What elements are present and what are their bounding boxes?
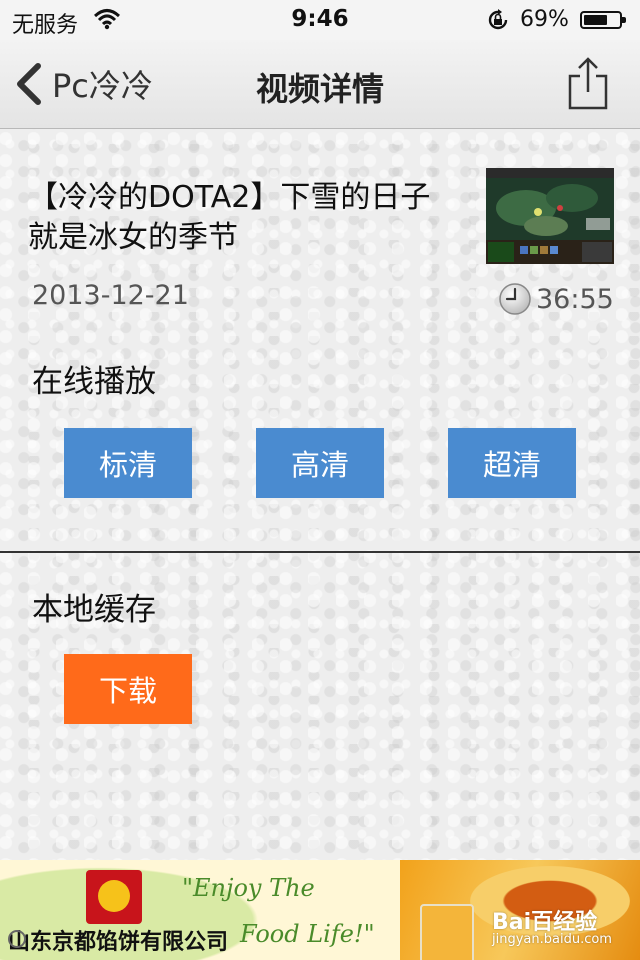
ad-info-icon: [8, 930, 26, 948]
video-thumbnail[interactable]: [486, 168, 614, 264]
online-play-label: 在线播放: [32, 364, 156, 400]
video-title: 【冷冷的DOTA2】下雪的日子就是冰女的季节: [28, 180, 431, 255]
brand-logo: [86, 870, 142, 924]
status-bar: 无服务 9:46 69%: [0, 0, 640, 40]
local-cache-label: 本地缓存: [32, 592, 156, 628]
ad-banner[interactable]: "Enjoy The Food Life!" 山东京都馅饼有限公司 Bai百经验…: [0, 860, 640, 960]
navigation-bar: Pc冷冷 视频详情: [0, 40, 640, 129]
video-duration: 36:55: [498, 282, 614, 316]
ultra-hd-quality-button[interactable]: 超清: [448, 428, 576, 498]
ad-slogan-line1: "Enjoy The: [182, 874, 315, 902]
video-date: 2013-12-21: [32, 280, 189, 311]
video-duration-text: 36:55: [536, 283, 614, 315]
ad-company-name: 山东京都馅饼有限公司: [8, 930, 229, 955]
sd-quality-button[interactable]: 标清: [64, 428, 192, 498]
page-title: 视频详情: [255, 70, 384, 108]
section-divider: [0, 551, 640, 553]
rotation-lock-icon: [488, 9, 508, 30]
watermark-url: jingyan.baidu.com: [492, 932, 612, 947]
drink-glass-image: [420, 904, 474, 960]
clock-icon: [499, 283, 531, 315]
share-icon[interactable]: [566, 56, 610, 110]
ad-slogan-line2: Food Life!": [240, 920, 375, 948]
battery-level: [584, 15, 607, 25]
battery-icon: [580, 11, 626, 29]
hd-quality-button[interactable]: 高清: [256, 428, 384, 498]
battery-percent: 69%: [520, 7, 569, 32]
download-button[interactable]: 下载: [64, 654, 192, 724]
